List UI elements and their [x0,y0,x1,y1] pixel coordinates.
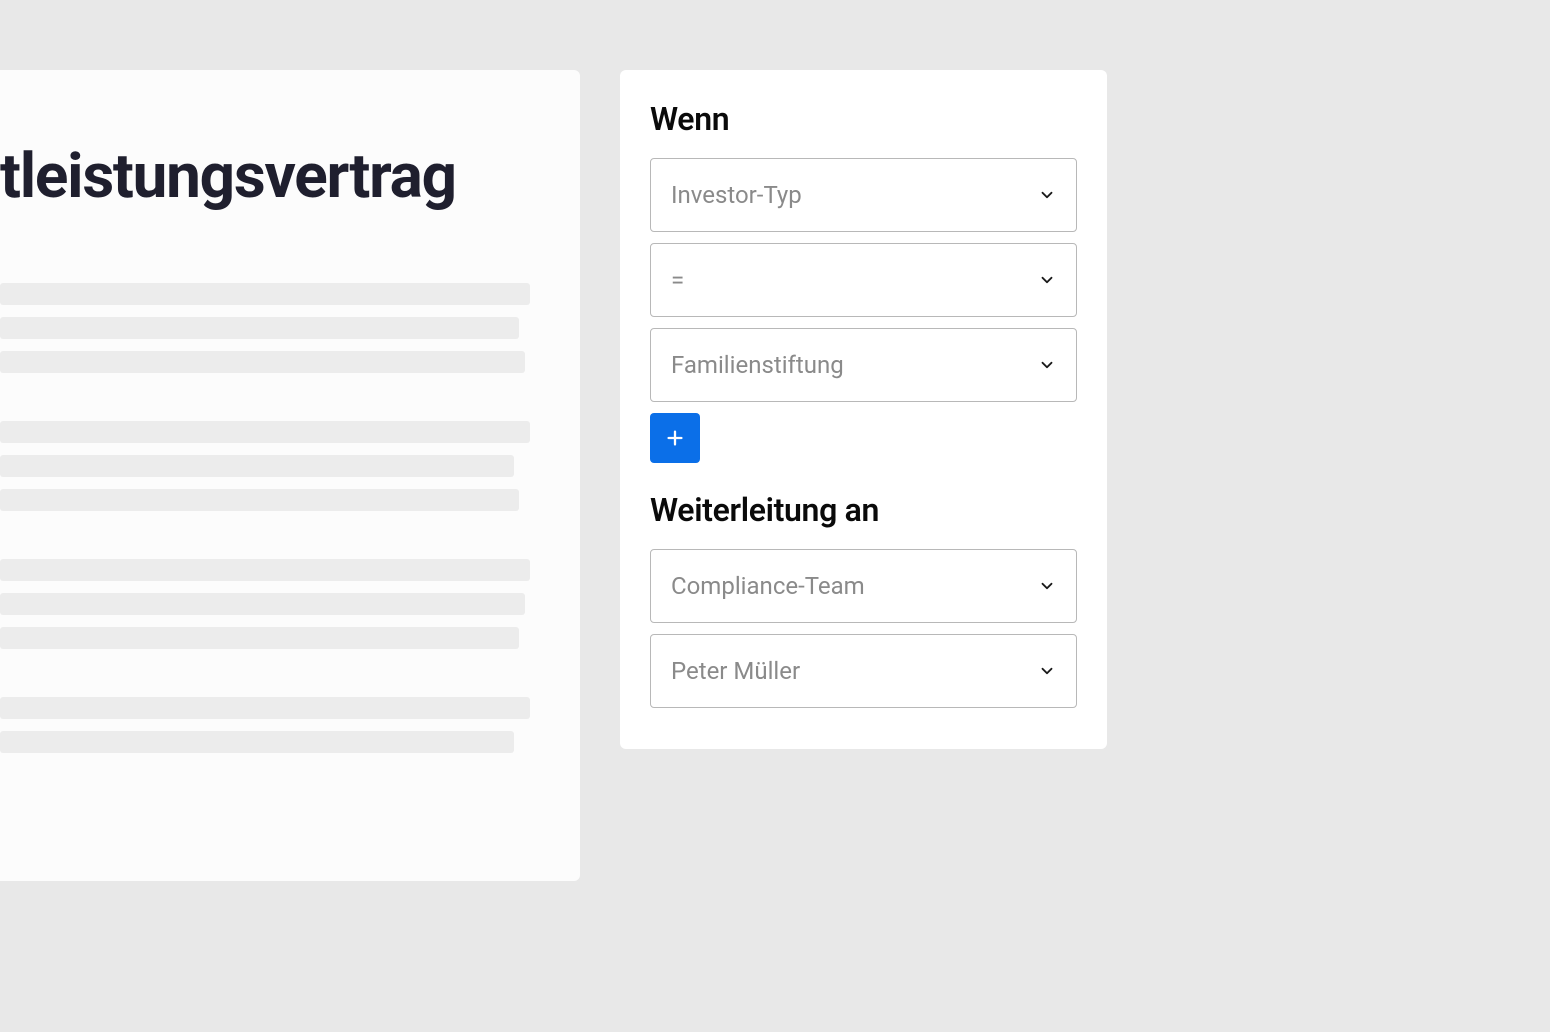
placeholder-line [0,559,530,581]
placeholder-line [0,697,530,719]
routing-rules-panel: Wenn Investor-Typ = Familienstiftung Wei… [620,70,1107,749]
routing-team-select[interactable]: Compliance-Team [650,549,1077,623]
condition-heading: Wenn [650,100,1077,138]
placeholder-line [0,455,514,477]
chevron-down-icon [1038,662,1056,680]
placeholder-paragraph [0,283,530,373]
placeholder-line [0,489,519,511]
placeholder-line [0,421,530,443]
condition-field-select[interactable]: Investor-Typ [650,158,1077,232]
chevron-down-icon [1038,577,1056,595]
placeholder-line [0,351,525,373]
placeholder-line [0,593,525,615]
placeholder-line [0,731,514,753]
select-value: = [671,266,684,294]
select-value: Familienstiftung [671,351,844,379]
condition-operator-select[interactable]: = [650,243,1077,317]
placeholder-line [0,627,519,649]
routing-person-select[interactable]: Peter Müller [650,634,1077,708]
document-preview-panel: tleistungsvertrag [0,70,580,881]
select-value: Investor-Typ [671,181,802,209]
placeholder-paragraph [0,421,530,511]
placeholder-paragraph [0,559,530,649]
placeholder-line [0,283,530,305]
routing-heading: Weiterleitung an [650,491,1077,529]
add-condition-button[interactable] [650,413,700,463]
chevron-down-icon [1038,271,1056,289]
chevron-down-icon [1038,356,1056,374]
chevron-down-icon [1038,186,1056,204]
document-title: tleistungsvertrag [0,140,530,213]
placeholder-line [0,317,519,339]
select-value: Peter Müller [671,657,800,685]
select-value: Compliance-Team [671,572,865,600]
placeholder-paragraph [0,697,530,753]
condition-value-select[interactable]: Familienstiftung [650,328,1077,402]
